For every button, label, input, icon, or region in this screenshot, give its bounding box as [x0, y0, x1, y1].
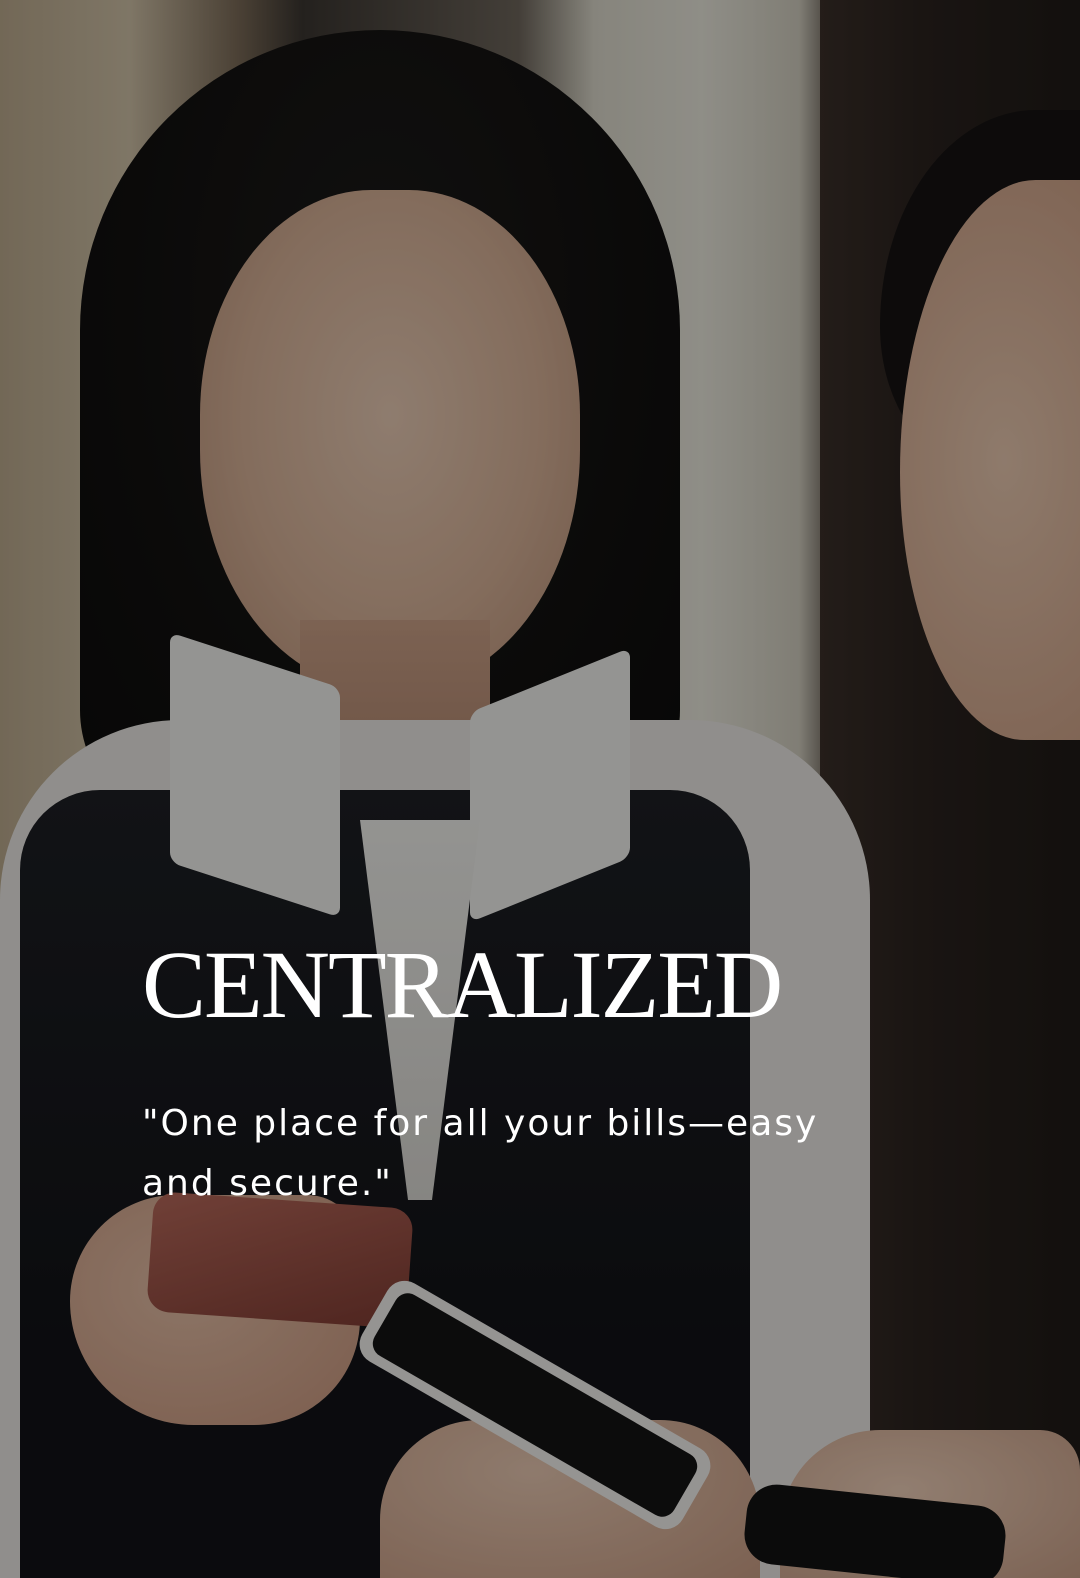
onboarding-screen: CENTRALIZED "One place for all your bill…	[0, 0, 1080, 1578]
hero-headline: CENTRALIZED	[142, 931, 783, 1038]
hero-tagline: "One place for all your bills—easy and s…	[142, 1103, 819, 1204]
hero-text-block: CENTRALIZED "One place for all your bill…	[142, 930, 902, 1214]
image-dim-overlay	[0, 0, 1080, 1578]
